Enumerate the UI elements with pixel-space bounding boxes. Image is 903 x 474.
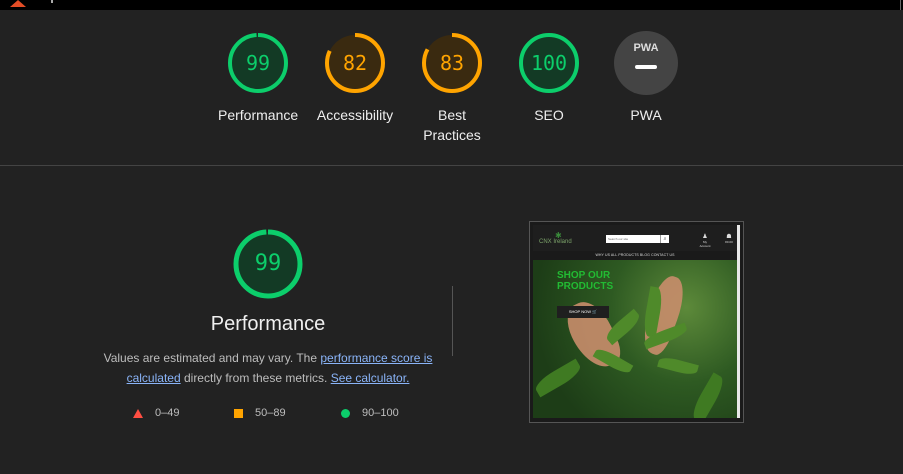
gauge-accessibility[interactable]: 82 Accessibility <box>315 31 395 125</box>
search-icon: ⌕ <box>660 235 669 243</box>
legend-fail: 0–49 <box>133 406 179 420</box>
performance-description: Values are estimated and may vary. The p… <box>100 348 436 388</box>
gauge-score: 99 <box>245 51 271 75</box>
final-screenshot[interactable]: ✱ CNX Ireland Search our site ⌕ ♟ My Acc… <box>529 221 744 423</box>
hero-title: SHOP OUR PRODUCTS <box>557 270 614 292</box>
see-calculator-link[interactable]: See calculator. <box>331 371 410 385</box>
description-text-middle: directly from these metrics. <box>180 371 331 385</box>
section-divider <box>0 165 903 166</box>
gauge-label: Performance <box>218 107 299 123</box>
legend-average-label: 50–89 <box>255 407 286 419</box>
performance-detail-score: 99 <box>254 251 282 276</box>
vertical-divider <box>452 286 453 356</box>
gauge-performance[interactable]: 99 Performance <box>218 31 298 125</box>
gauge-score: 82 <box>342 51 368 75</box>
cart-link: ☗ €0.00 <box>724 234 734 244</box>
account-link: ♟ My Account <box>698 234 712 248</box>
gauge-label: Best Practices <box>423 107 481 143</box>
triangle-icon <box>133 408 143 418</box>
gauge-label: SEO <box>534 107 564 123</box>
gauge-seo[interactable]: 100 SEO <box>509 31 589 125</box>
site-logo: CNX Ireland <box>539 239 572 245</box>
legend-fail-label: 0–49 <box>155 407 180 419</box>
gauge-pwa[interactable]: PWA PWA <box>606 31 686 125</box>
gauge-label: PWA <box>630 107 662 123</box>
leaf-shape <box>533 358 584 398</box>
leaf-shape <box>657 355 699 377</box>
performance-detail-gauge: 99 <box>232 228 304 300</box>
legend-average: 50–89 <box>234 406 286 420</box>
gauge-score: 100 <box>530 51 568 75</box>
scrollbar-edge <box>900 0 901 10</box>
browser-top-bar <box>0 0 903 10</box>
gauge-score: 83 <box>439 51 465 75</box>
legend-pass-label: 90–100 <box>362 407 399 419</box>
lighthouse-icon <box>10 0 26 7</box>
legend-pass: 90–100 <box>341 406 399 420</box>
square-icon <box>234 408 243 418</box>
performance-detail-title: Performance <box>210 313 326 335</box>
gauge-best-practices[interactable]: 83 Best Practices <box>412 31 492 145</box>
shop-now-button: SHOP NOW 🛒 <box>557 306 609 318</box>
menu-dot-icon <box>51 0 53 3</box>
screenshot-scrollbar <box>737 225 740 418</box>
circle-icon <box>341 408 350 418</box>
account-label: My Account <box>699 240 711 248</box>
gauge-score: PWA <box>633 42 659 54</box>
gauge-label: Accessibility <box>316 107 394 123</box>
cart-total: €0.00 <box>725 240 733 244</box>
site-search-input: Search our site <box>606 235 660 243</box>
description-text: Values are estimated and may vary. The <box>103 351 321 365</box>
site-header: ✱ CNX Ireland Search our site ⌕ ♟ My Acc… <box>533 225 737 251</box>
hero-banner: SHOP OUR PRODUCTS SHOP NOW 🛒 <box>533 260 737 418</box>
site-nav: WHY US ALL PRODUCTS BLOG CONTACT US <box>533 251 737 260</box>
leaf-shape <box>688 372 728 418</box>
